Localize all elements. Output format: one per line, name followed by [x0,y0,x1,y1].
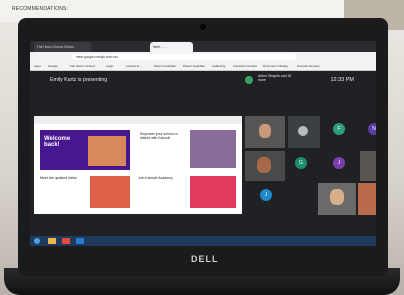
promo-image [190,130,236,168]
start-icon[interactable] [34,238,40,244]
dell-logo: DELL [191,254,219,264]
participant-video [360,151,376,181]
tile-avatar: N [368,123,376,135]
welcome-card: Welcome back! [40,130,130,170]
editor-image [90,176,130,208]
browser-tab-active[interactable]: Meet - ... [150,42,193,52]
academy-image [190,176,236,208]
bookmark[interactable]: Document Catalog [263,62,288,70]
participant-photo [298,126,308,136]
presenting-label: Emily Kurtz is presenting [50,77,108,83]
bookmark[interactable]: Parent Guardian [183,62,205,70]
webcam-icon [200,24,206,30]
participant-face [257,157,271,173]
tile-avatar: J [260,189,272,201]
participant-avatar [245,76,253,84]
participant-face [259,124,271,138]
tile-avatar: J [333,157,345,169]
bookmark[interactable]: Apps [34,62,41,70]
url-input[interactable]: meet.google.com/gh-rkzn-xxx [72,54,296,60]
academy-card[interactable]: Join Kahoot! Academy [138,176,184,208]
welcome-photo [88,136,126,166]
app-icon[interactable] [76,238,84,244]
participant-video [358,183,376,215]
shared-screen: Welcome back! Empower your school or dis… [34,116,242,214]
participant-video [318,183,356,215]
bookmark[interactable]: Important Contact [233,62,257,70]
participant-face [330,189,344,205]
welcome-text: Welcome back! [44,136,71,148]
editor-card[interactable]: Meet the updated editor [40,176,86,208]
shared-browser-bar [34,116,242,124]
bookmark[interactable]: Cablezing [212,62,225,70]
windows-taskbar [30,236,376,246]
bookmark[interactable]: Learner E... [126,62,142,70]
tile-avatar: G [295,157,307,169]
tile-avatar: F [333,123,345,135]
bookmark[interactable]: Google [48,62,58,70]
laptop-screen: Fair Haven School District Meet - ... me… [30,41,376,246]
paper-heading: RECOMMENDATIONS: [12,6,69,12]
chrome-icon[interactable] [62,238,70,244]
participants-label: Arthur Shapiro and 18 more [258,74,292,82]
meeting-clock: 12:33 PM [330,77,354,83]
bookmark[interactable]: Pumpkin Employ... [297,62,322,70]
participant-tile [288,116,320,148]
promo-card[interactable]: Empower your school or district with Kah… [138,130,184,168]
participant-video [245,116,285,148]
bookmark[interactable]: Login [106,62,113,70]
participant-video [245,151,285,181]
folder-icon[interactable] [48,238,56,244]
browser-tab[interactable]: Fair Haven School District [34,42,91,52]
bookmark[interactable]: Parent Guardian [154,62,176,70]
bookmark[interactable]: Fair Haven School... [70,62,97,70]
